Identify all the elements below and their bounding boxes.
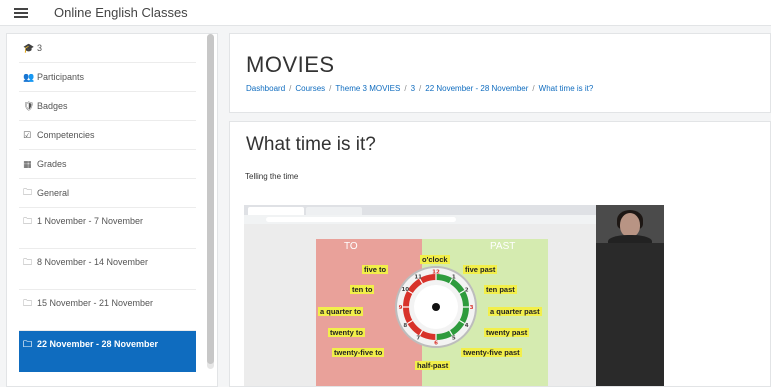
sidebar-item[interactable]: 🗀 22 November - 28 November <box>19 331 196 372</box>
clock-number: 4 <box>465 323 469 329</box>
breadcrumb-link[interactable]: Theme 3 MOVIES <box>335 84 400 93</box>
breadcrumb-link[interactable]: What time is it? <box>539 84 594 93</box>
clock-center <box>432 303 440 311</box>
clock-svg: 121234567891011 <box>395 266 477 348</box>
clock-number: 2 <box>465 287 469 293</box>
sidebar-item[interactable]: 🛡 Badges <box>19 92 196 121</box>
sidebar-item-label: Participants <box>37 72 85 82</box>
sidebar-item[interactable]: 🗀 1 November - 7 November <box>19 208 196 249</box>
breadcrumb-link[interactable]: 22 November - 28 November <box>425 84 528 93</box>
clock-number: 5 <box>452 336 456 342</box>
sidebar-item[interactable]: 🗀 15 November - 21 November <box>19 290 196 331</box>
sidebar-item-label: 22 November - 28 November <box>37 339 159 349</box>
page-heading: What time is it? <box>246 134 376 155</box>
participants-icon: 👥 <box>23 71 35 82</box>
folder-icon: 🗀 <box>23 339 33 349</box>
top-navbar: Online English Classes <box>0 0 771 26</box>
clock-number: 7 <box>416 336 420 342</box>
sidebar-item-label: Badges <box>37 101 68 111</box>
webcam-thumbnail <box>596 205 664 243</box>
past-label: PAST <box>490 241 516 252</box>
folder-icon: 🗀 <box>23 298 33 308</box>
sidebar-item-label: 15 November - 21 November <box>37 298 154 308</box>
graduation-cap-icon: 🎓 <box>23 42 35 53</box>
clock-number: 11 <box>414 274 422 280</box>
webcam-person-face <box>620 213 640 237</box>
video-browser-tabs <box>244 205 596 215</box>
clock-number: 9 <box>399 305 403 311</box>
webcam-person-shoulders <box>608 235 652 243</box>
main-content: What time is it? Telling the time TO PAS… <box>229 121 771 387</box>
sidebar-item[interactable]: 🎓 3 <box>19 34 196 63</box>
sidebar-item[interactable]: 🗀 General <box>19 179 196 208</box>
sidebar-item-label: 8 November - 14 November <box>37 257 149 267</box>
competencies-icon: ☑ <box>23 129 32 140</box>
half-past-label: half-past <box>415 361 451 370</box>
breadcrumb: Dashboard / Courses / Theme 3 MOVIES/3/22 No… <box>246 84 593 93</box>
sidebar-item-label: General <box>37 188 70 198</box>
clock-diagram: 12 1 2 3 4 5 6 7 8 9 10 11 <box>394 265 478 349</box>
sidebar-item-label: Competencies <box>37 130 95 140</box>
clock-number: 8 <box>403 323 407 329</box>
clock-number: 10 <box>401 287 409 293</box>
twenty-five-past-label: twenty-five past <box>461 348 522 357</box>
folder-icon: 🗀 <box>23 187 33 197</box>
scrollbar-thumb[interactable] <box>207 34 214 364</box>
twenty-to-label: twenty to <box>328 328 365 337</box>
course-header: MOVIES Dashboard / Courses / Theme 3 MOVIES /… <box>229 33 771 113</box>
browser-tab <box>248 207 304 215</box>
folder-icon: 🗀 <box>23 216 33 226</box>
clock-number: 1 <box>452 274 456 280</box>
clock-number: 12 <box>432 270 440 276</box>
site-name[interactable]: Online English Classes <box>54 5 188 20</box>
address-field <box>266 217 456 222</box>
breadcrumb-separator: / <box>289 84 292 93</box>
sidebar-item[interactable]: 👥 Participants <box>19 63 196 92</box>
sidebar-item[interactable]: 🗀 8 November - 14 November <box>19 249 196 290</box>
grades-icon: ▦ <box>23 158 32 169</box>
breadcrumb-separator: / <box>532 84 535 93</box>
sidebar-item-label: 3 <box>37 43 43 53</box>
folder-icon: 🗀 <box>23 257 33 267</box>
browser-tab <box>306 207 362 215</box>
breadcrumb-separator: / <box>404 84 407 93</box>
breadcrumb-link[interactable]: 3 <box>411 84 415 93</box>
course-title: MOVIES <box>246 52 335 77</box>
sidebar-item[interactable]: ▦ Grades <box>19 150 196 179</box>
intro-text: Telling the time <box>245 172 299 181</box>
ten-to-label: ten to <box>350 285 375 294</box>
oclock-label: o'clock <box>420 255 450 264</box>
twenty-five-to-label: twenty-five to <box>332 348 385 357</box>
five-to-label: five to <box>362 265 389 274</box>
breadcrumb-link[interactable]: Dashboard <box>246 84 285 93</box>
sidebar-item-label: Grades <box>37 159 67 169</box>
badge-icon: 🛡 <box>23 100 35 111</box>
clock-number: 6 <box>434 341 438 347</box>
to-label: TO <box>344 241 358 252</box>
video-address-bar <box>244 215 596 224</box>
hamburger-menu-icon[interactable] <box>14 7 28 18</box>
breadcrumb-separator: / <box>329 84 332 93</box>
nav-drawer: 🎓 3 👥 Participants 🛡 Badges ☑ Competencies ▦ Grad… <box>6 33 218 387</box>
twenty-past-label: twenty past <box>484 328 530 337</box>
breadcrumb-separator: / <box>419 84 422 93</box>
breadcrumb-link[interactable]: Courses <box>295 84 325 93</box>
drawer-scrollbar[interactable] <box>207 34 214 369</box>
nav-list: 🎓 3 👥 Participants 🛡 Badges ☑ Competencies ▦ Grad… <box>19 34 196 372</box>
sidebar-item-label: 1 November - 7 November <box>37 216 144 226</box>
telling-time-slide: TO PAST o'clock five to five past ten to… <box>316 239 548 386</box>
quarter-to-label: a quarter to <box>318 307 364 316</box>
sidebar-item[interactable]: ☑ Competencies <box>19 121 196 150</box>
clock-number: 3 <box>470 305 474 311</box>
quarter-past-label: a quarter past <box>488 307 542 316</box>
ten-past-label: ten past <box>484 285 517 294</box>
